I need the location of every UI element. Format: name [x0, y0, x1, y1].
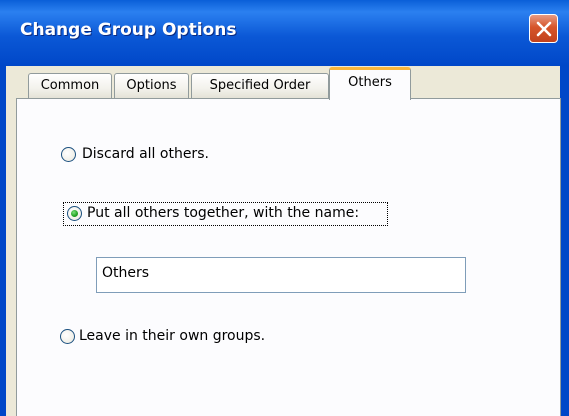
put-all-others-together-radio[interactable] — [67, 206, 82, 221]
dialog-title: Change Group Options — [20, 20, 237, 40]
discard-all-others-label: Discard all others. — [82, 146, 209, 162]
close-button[interactable] — [529, 14, 558, 43]
tab-specified-order[interactable]: Specified Order — [191, 73, 329, 98]
option-put-all-others-together[interactable]: Put all others together, with the name: — [67, 205, 387, 225]
discard-all-others-radio[interactable] — [61, 147, 76, 162]
tab-common[interactable]: Common — [28, 73, 112, 98]
put-all-others-together-label: Put all others together, with the name: — [87, 205, 360, 221]
option-discard-all-others[interactable]: Discard all others. — [61, 146, 261, 166]
tab-others[interactable]: Others — [329, 67, 411, 100]
close-icon — [536, 21, 552, 37]
others-name-input[interactable]: Others — [96, 257, 466, 293]
tab-options[interactable]: Options — [114, 73, 189, 98]
radio-selected-dot — [71, 210, 78, 217]
title-bar[interactable]: Change Group Options — [0, 0, 569, 66]
window-frame-right — [560, 66, 569, 416]
window-frame-left — [0, 66, 6, 416]
change-group-options-dialog: Change Group Options Common Options Spec… — [0, 0, 569, 416]
leave-in-own-groups-label: Leave in their own groups. — [79, 328, 266, 344]
leave-in-own-groups-radio[interactable] — [60, 329, 75, 344]
option-leave-in-own-groups[interactable]: Leave in their own groups. — [60, 328, 300, 348]
